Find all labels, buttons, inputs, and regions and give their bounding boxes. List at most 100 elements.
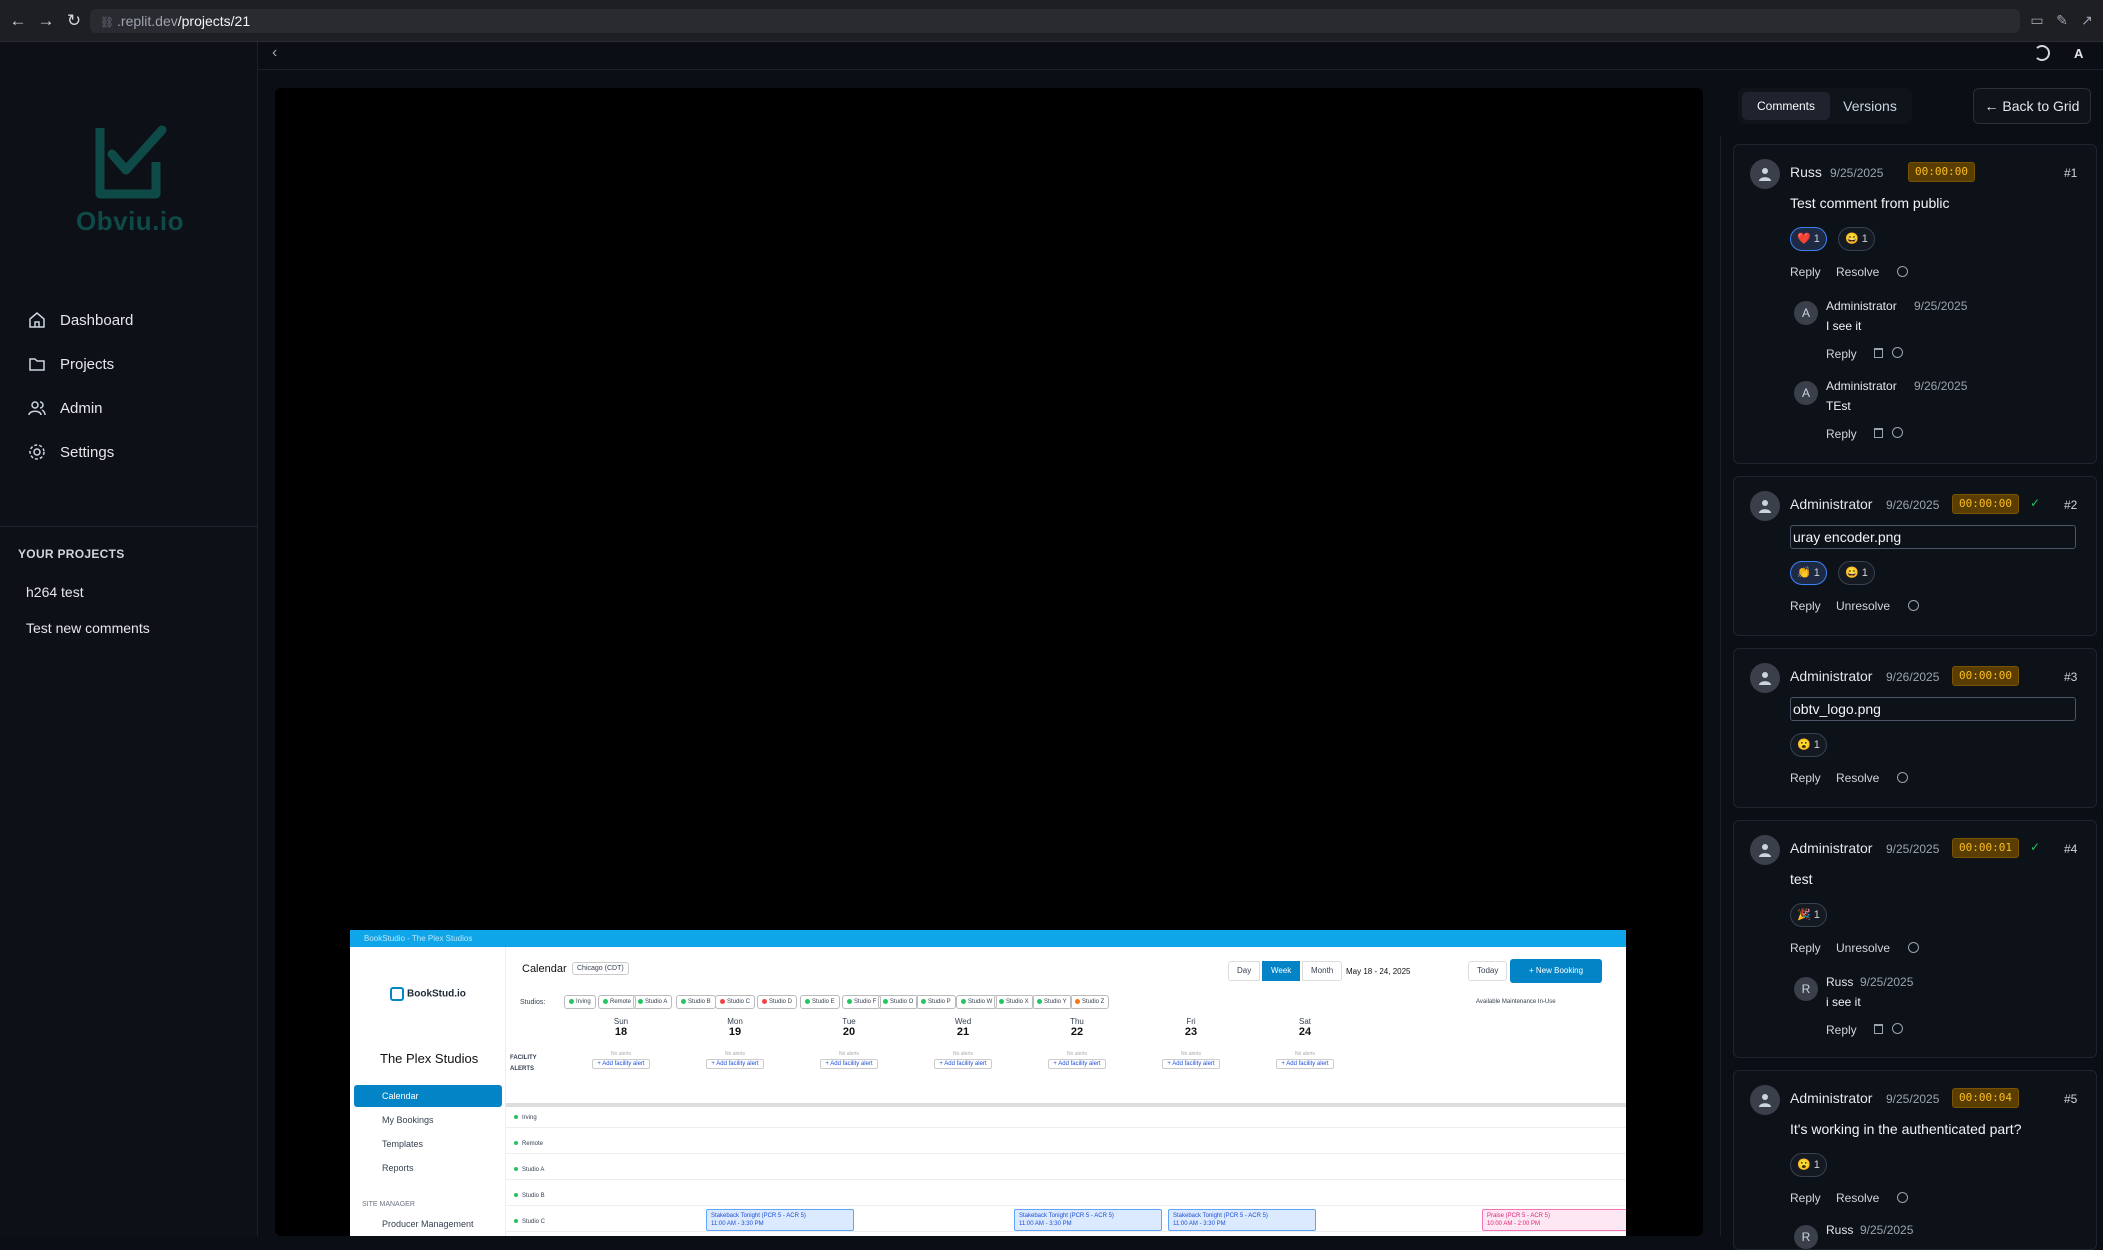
status-dot-icon	[961, 998, 966, 1004]
open-external-icon[interactable]: ↗	[2078, 11, 2096, 29]
address-bar[interactable]: ⛓ .replit.dev/projects/21	[90, 9, 2020, 33]
embed-studio-name: Studio P	[928, 999, 951, 1005]
embed-alert-cell: No alerts + Add facility alert	[1131, 1051, 1251, 1069]
sidebar-item-label: Settings	[60, 443, 115, 461]
reply-button[interactable]: Reply	[1826, 1023, 1857, 1037]
sidebar-item-projects[interactable]: Projects	[0, 342, 258, 386]
user-icon	[1759, 844, 1771, 857]
sidebar-item-settings[interactable]: Settings	[0, 430, 258, 474]
resolve-button[interactable]: Resolve	[1836, 1191, 1879, 1205]
add-reaction-icon[interactable]	[1908, 942, 1919, 953]
comment-timestamp[interactable]: 00:00:00	[1952, 666, 2019, 686]
logo-mark-icon	[95, 125, 167, 199]
sidebar-item-label: Admin	[60, 399, 103, 417]
moon-icon[interactable]	[2034, 45, 2050, 61]
comment-timestamp[interactable]: 00:00:00	[1952, 494, 2019, 514]
tab-versions[interactable]: Versions	[1832, 92, 1908, 120]
reaction-party[interactable]: 🎉 1	[1790, 903, 1827, 927]
add-reaction-icon[interactable]	[1897, 772, 1908, 783]
add-reaction-icon[interactable]	[1892, 347, 1903, 358]
reaction-grin[interactable]: 😄 1	[1838, 561, 1875, 585]
add-reaction-icon[interactable]	[1897, 1192, 1908, 1203]
comment-author: Administrator	[1790, 840, 1873, 856]
trash-icon[interactable]	[1874, 348, 1883, 358]
app-logo[interactable]: Obviu.io	[60, 122, 200, 282]
reply-button[interactable]: Reply	[1790, 1191, 1821, 1205]
embed-studio-chip: Studio E	[800, 995, 840, 1009]
resolve-button[interactable]: Resolve	[1836, 265, 1879, 279]
back-to-grid-button[interactable]: ← Back to Grid	[1973, 88, 2091, 124]
cast-icon[interactable]: ▭	[2028, 11, 2046, 29]
embed-studio-chip: Studio O	[878, 995, 919, 1009]
sidebar-divider	[0, 526, 258, 527]
reply-button[interactable]: Reply	[1790, 599, 1821, 613]
embed-grid-line	[506, 1205, 1626, 1206]
sidebar-item-admin[interactable]: Admin	[0, 386, 258, 430]
add-reaction-icon[interactable]	[1897, 266, 1908, 277]
embed-booking-time: 10:00 AM - 2:00 PM	[1487, 1221, 1541, 1227]
reaction-grin[interactable]: 😄 1	[1838, 227, 1875, 251]
unresolve-button[interactable]: Unresolve	[1836, 599, 1890, 613]
embed-studio-chip: Studio P	[916, 995, 956, 1009]
reply-author: Russ	[1826, 1223, 1854, 1237]
reply-button[interactable]: Reply	[1790, 771, 1821, 785]
comment-date: 9/26/2025	[1886, 670, 1940, 684]
trash-icon[interactable]	[1874, 428, 1883, 438]
add-reaction-icon[interactable]	[1908, 600, 1919, 611]
embed-divider	[506, 1103, 1626, 1107]
forward-arrow-icon[interactable]: →	[36, 11, 56, 31]
comment-card: Russ 9/25/2025 00:00:00 #1 Test comment …	[1733, 144, 2097, 464]
reaction-count: 1	[1861, 233, 1868, 245]
embed-view-month: Month	[1302, 961, 1343, 981]
reply-button[interactable]: Reply	[1826, 347, 1857, 361]
calendar-icon	[390, 987, 404, 1001]
embed-booking-time: 11:00 AM - 3:30 PM	[1019, 1221, 1072, 1227]
embed-org-name: The Plex Studios	[380, 1051, 479, 1066]
add-reaction-icon[interactable]	[1892, 427, 1903, 438]
reaction-wow[interactable]: 😮 1	[1790, 733, 1827, 757]
reaction-count: 1	[1813, 739, 1820, 751]
user-icon	[1759, 500, 1771, 513]
embed-grid-line	[506, 1153, 1626, 1154]
trash-icon[interactable]	[1874, 1024, 1883, 1034]
sidebar-item-dashboard[interactable]: Dashboard	[0, 298, 258, 342]
project-link-h264-test[interactable]: h264 test	[26, 584, 84, 600]
embed-alert-cell: No alerts + Add facility alert	[675, 1051, 795, 1069]
embed-booking: Stakeback Tonight (PCR 5 - ACR 5) 11:00 A…	[1014, 1209, 1162, 1231]
embed-row-label: Studio B	[514, 1193, 545, 1199]
reply-date: 9/26/2025	[1914, 379, 1968, 393]
reaction-wow[interactable]: 😮 1	[1790, 1153, 1827, 1177]
comment-number: #2	[2064, 498, 2078, 512]
user-avatar[interactable]: A	[2074, 46, 2083, 61]
embed-timezone: Chicago (CDT)	[572, 962, 629, 975]
resolve-button[interactable]: Resolve	[1836, 771, 1879, 785]
reload-icon[interactable]: ↻	[64, 11, 84, 31]
reaction-clap[interactable]: 👏 1	[1790, 561, 1827, 585]
sidebar: Obviu.io Dashboard Projects Admin Settin…	[0, 42, 258, 1236]
comment-timestamp[interactable]: 00:00:00	[1908, 162, 1975, 182]
tab-comments[interactable]: Comments	[1742, 92, 1830, 120]
embed-date-range: May 18 - 24, 2025	[1346, 967, 1411, 976]
add-reaction-icon[interactable]	[1892, 1023, 1903, 1034]
embed-grid-line	[506, 1231, 1626, 1232]
comment-date: 9/26/2025	[1886, 498, 1940, 512]
tools-icon[interactable]: ✎	[2053, 11, 2071, 29]
sidebar-item-label: Dashboard	[60, 311, 134, 329]
embed-no-alerts: No alerts	[1294, 1051, 1315, 1057]
reply-button[interactable]: Reply	[1790, 265, 1821, 279]
media-frame: BookStudio - The Plex Studios BookStud.i…	[350, 930, 1626, 1236]
reply-button[interactable]: Reply	[1790, 941, 1821, 955]
embed-studio-name: Studio C	[727, 999, 751, 1005]
back-arrow-icon[interactable]: ←	[8, 11, 28, 31]
embed-alert-cell: No alerts + Add facility alert	[1017, 1051, 1137, 1069]
embed-booking-title: Stakeback Tonight (PCR 5 - ACR 5)	[711, 1213, 806, 1219]
chevron-left-icon[interactable]: ‹	[272, 44, 277, 62]
embed-row-label: Studio C	[514, 1219, 545, 1225]
comment-timestamp[interactable]: 00:00:01	[1952, 838, 2019, 858]
reaction-heart[interactable]: ❤️ 1	[1790, 227, 1827, 251]
unresolve-button[interactable]: Unresolve	[1836, 941, 1890, 955]
project-link-test-new-comments[interactable]: Test new comments	[26, 620, 150, 636]
comment-card: Administrator 9/26/2025 00:00:00 ✓ #2 ur…	[1733, 476, 2097, 636]
reply-button[interactable]: Reply	[1826, 427, 1857, 441]
comment-timestamp[interactable]: 00:00:04	[1952, 1088, 2019, 1108]
